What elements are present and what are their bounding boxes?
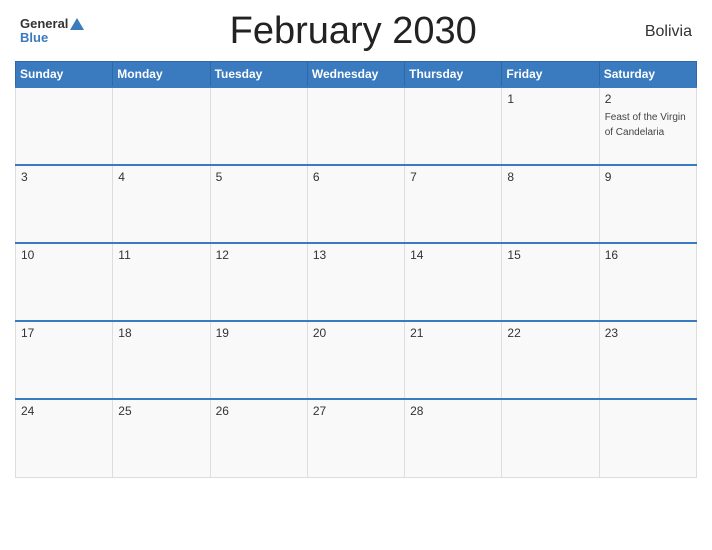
calendar-cell: 8 xyxy=(502,165,599,243)
calendar-cell: 20 xyxy=(307,321,404,399)
logo-triangle-icon xyxy=(70,18,84,30)
calendar-cell: 27 xyxy=(307,399,404,477)
calendar-week-row: 24 25 26 27 28 xyxy=(16,399,697,477)
calendar-cell: 18 xyxy=(113,321,210,399)
calendar-cell: 19 xyxy=(210,321,307,399)
calendar-cell xyxy=(405,87,502,165)
day-number: 5 xyxy=(216,170,302,184)
calendar-cell: 24 xyxy=(16,399,113,477)
calendar-cell: 12 xyxy=(210,243,307,321)
day-number: 28 xyxy=(410,404,496,418)
day-number: 8 xyxy=(507,170,593,184)
calendar-cell xyxy=(307,87,404,165)
calendar-body: 12 Feast of the Virgin of Candelaria 34567… xyxy=(16,87,697,477)
calendar-cell: 21 xyxy=(405,321,502,399)
day-number: 6 xyxy=(313,170,399,184)
day-number: 18 xyxy=(118,326,204,340)
calendar-cell: 14 xyxy=(405,243,502,321)
col-sunday: Sunday xyxy=(16,62,113,88)
calendar-cell: 4 xyxy=(113,165,210,243)
col-saturday: Saturday xyxy=(599,62,696,88)
day-number: 1 xyxy=(507,92,593,106)
day-number: 7 xyxy=(410,170,496,184)
day-number: 27 xyxy=(313,404,399,418)
calendar-cell: 28 xyxy=(405,399,502,477)
calendar-header: Sunday Monday Tuesday Wednesday Thursday… xyxy=(16,62,697,88)
day-number: 3 xyxy=(21,170,107,184)
calendar-week-row: 17 18 19 20 21 22 23 xyxy=(16,321,697,399)
calendar-cell: 10 xyxy=(16,243,113,321)
day-number: 9 xyxy=(605,170,691,184)
col-wednesday: Wednesday xyxy=(307,62,404,88)
day-number: 17 xyxy=(21,326,107,340)
calendar-cell: 2 Feast of the Virgin of Candelaria xyxy=(599,87,696,165)
calendar-cell xyxy=(16,87,113,165)
calendar-cell: 6 xyxy=(307,165,404,243)
calendar-cell: 5 xyxy=(210,165,307,243)
day-number: 25 xyxy=(118,404,204,418)
day-number: 20 xyxy=(313,326,399,340)
calendar-cell: 23 xyxy=(599,321,696,399)
calendar-cell: 3 xyxy=(16,165,113,243)
day-number: 21 xyxy=(410,326,496,340)
day-event: Feast of the Virgin of Candelaria xyxy=(605,112,686,138)
day-number: 10 xyxy=(21,248,107,262)
calendar-cell xyxy=(210,87,307,165)
page: General Blue February 2030 Bolivia Sunda… xyxy=(0,0,712,550)
calendar-cell: 22 xyxy=(502,321,599,399)
day-number: 12 xyxy=(216,248,302,262)
col-friday: Friday xyxy=(502,62,599,88)
day-number: 23 xyxy=(605,326,691,340)
calendar-title: February 2030 xyxy=(84,10,622,53)
calendar-cell xyxy=(599,399,696,477)
day-number: 4 xyxy=(118,170,204,184)
calendar-week-row: 10 11 12 13 14 15 16 xyxy=(16,243,697,321)
day-header-row: Sunday Monday Tuesday Wednesday Thursday… xyxy=(16,62,697,88)
logo-general-text: General xyxy=(20,17,68,30)
header: General Blue February 2030 Bolivia xyxy=(15,10,697,53)
day-number: 11 xyxy=(118,248,204,262)
calendar-cell xyxy=(113,87,210,165)
calendar-table: Sunday Monday Tuesday Wednesday Thursday… xyxy=(15,61,697,478)
day-number: 16 xyxy=(605,248,691,262)
day-number: 19 xyxy=(216,326,302,340)
calendar-cell: 15 xyxy=(502,243,599,321)
calendar-cell: 9 xyxy=(599,165,696,243)
calendar-week-row: 3456789 xyxy=(16,165,697,243)
calendar-cell xyxy=(502,399,599,477)
calendar-cell: 26 xyxy=(210,399,307,477)
calendar-cell: 16 xyxy=(599,243,696,321)
calendar-cell: 25 xyxy=(113,399,210,477)
day-number: 22 xyxy=(507,326,593,340)
day-number: 2 xyxy=(605,92,691,106)
calendar-cell: 7 xyxy=(405,165,502,243)
logo: General Blue xyxy=(20,17,84,46)
day-number: 15 xyxy=(507,248,593,262)
col-monday: Monday xyxy=(113,62,210,88)
calendar-cell: 1 xyxy=(502,87,599,165)
calendar-cell: 11 xyxy=(113,243,210,321)
calendar-cell: 17 xyxy=(16,321,113,399)
calendar-cell: 13 xyxy=(307,243,404,321)
day-number: 24 xyxy=(21,404,107,418)
col-tuesday: Tuesday xyxy=(210,62,307,88)
logo-blue-text: Blue xyxy=(20,30,48,45)
calendar-week-row: 12 Feast of the Virgin of Candelaria xyxy=(16,87,697,165)
day-number: 26 xyxy=(216,404,302,418)
day-number: 14 xyxy=(410,248,496,262)
col-thursday: Thursday xyxy=(405,62,502,88)
country-label: Bolivia xyxy=(622,23,692,41)
day-number: 13 xyxy=(313,248,399,262)
